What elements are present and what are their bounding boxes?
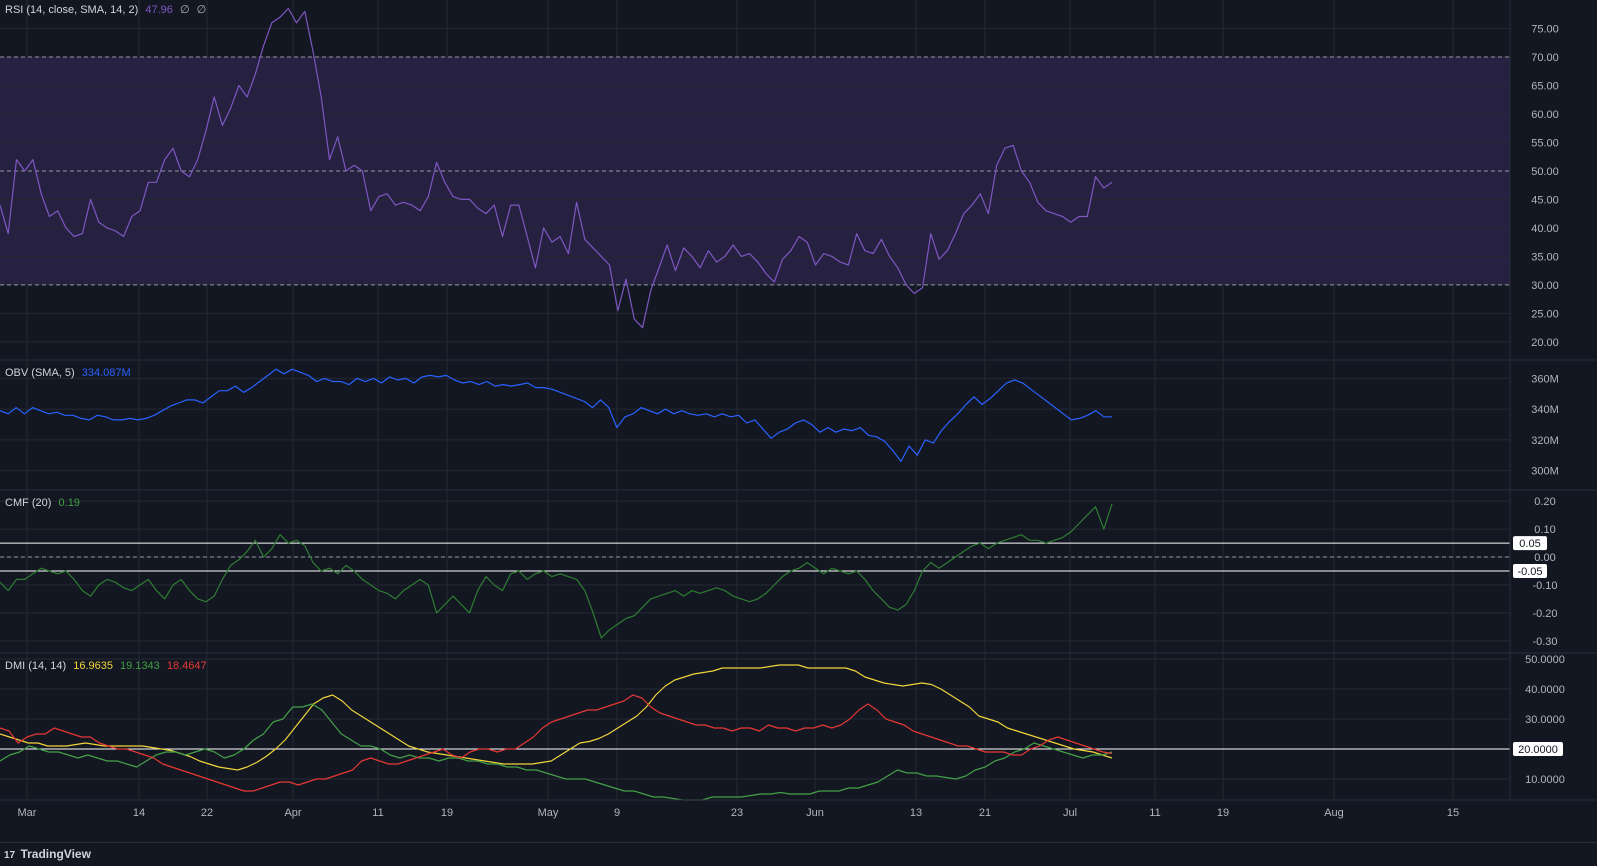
x-axis-tick-label: Apr [284, 807, 301, 819]
rsi-legend-extra-1: ∅ [179, 4, 190, 16]
x-axis-tick-label: 15 [1447, 807, 1459, 819]
cmf-legend[interactable]: CMF (20) 0.19 [5, 497, 84, 509]
x-axis-tick-label: 22 [201, 807, 213, 819]
x-axis-tick-label: 19 [441, 807, 453, 819]
rsi-y-tick-label: 25.00 [1531, 308, 1559, 320]
obv-legend-label: OBV (SMA, 5) [5, 367, 75, 379]
dmi-y-tick-label: 10.0000 [1525, 774, 1565, 786]
rsi-y-tick-label: 45.00 [1531, 194, 1559, 206]
x-axis-tick-label: 9 [614, 807, 620, 819]
obv-y-tick-label: 360M [1531, 373, 1559, 385]
cmf-y-tick-label: -0.10 [1532, 580, 1557, 592]
indicator-chart[interactable]: Mar 14 22 Apr 11 19 May 9 23 Jun 13 21 Jul 11 19 Aug 15 7… [0, 0, 1597, 842]
x-axis-tick-label: May [538, 807, 559, 819]
cmf-y-tick-label: 0.20 [1534, 496, 1555, 508]
x-axis-tick-label: 13 [910, 807, 922, 819]
rsi-y-tick-label: 70.00 [1531, 52, 1559, 64]
tradingview-logo[interactable]: 17 TradingView [4, 847, 91, 861]
rsi-legend[interactable]: RSI (14, close, SMA, 14, 2) 47.96 ∅ ∅ [5, 3, 210, 16]
x-axis-tick-label: 19 [1217, 807, 1229, 819]
tradingview-brand: TradingView [20, 847, 91, 861]
dmi-y-tick-label: 50.0000 [1525, 654, 1565, 666]
dmi-y-tick-label: 30.0000 [1525, 714, 1565, 726]
footer: 17 TradingView [0, 842, 1597, 866]
rsi-y-tick-label: 20.00 [1531, 337, 1559, 349]
x-axis-tick-label: Aug [1324, 807, 1344, 819]
obv-legend[interactable]: OBV (SMA, 5) 334.087M [5, 367, 135, 379]
rsi-y-tick-label: 65.00 [1531, 80, 1559, 92]
dmi-legend-label: DMI (14, 14) [5, 660, 67, 672]
dmi-level-label: 20.0000 [1518, 744, 1558, 756]
obv-legend-value: 334.087M [81, 367, 131, 379]
rsi-y-tick-label: 35.00 [1531, 251, 1559, 263]
x-axis-tick-label: Jul [1063, 807, 1077, 819]
x-axis-tick-label: 11 [1149, 807, 1160, 819]
rsi-y-tick-label: 75.00 [1531, 23, 1559, 35]
x-axis-tick-label: 23 [731, 807, 743, 819]
cmf-legend-label: CMF (20) [5, 497, 52, 509]
cmf-level-label: -0.05 [1517, 566, 1542, 578]
x-axis-tick-label: 14 [133, 807, 145, 819]
dmi-legend-adx: 16.9635 [73, 660, 113, 672]
tradingview-logo-icon: 17 [4, 850, 16, 861]
cmf-level-label: 0.05 [1519, 538, 1540, 550]
cmf-legend-value: 0.19 [58, 497, 80, 509]
dmi-legend[interactable]: DMI (14, 14) 16.9635 19.1343 18.4647 [5, 660, 211, 672]
x-axis-tick-label: 11 [372, 807, 383, 819]
x-axis-tick-label: Jun [806, 807, 824, 819]
rsi-legend-value: 47.96 [145, 4, 173, 16]
x-axis-tick-label: 21 [979, 807, 991, 819]
dmi-legend-minus: 18.4647 [166, 660, 207, 672]
rsi-legend-extra-2: ∅ [196, 4, 207, 16]
cmf-y-tick-label: 0.10 [1534, 524, 1555, 536]
x-axis-tick-label: Mar [18, 807, 37, 819]
rsi-y-tick-label: 55.00 [1531, 137, 1559, 149]
obv-y-tick-label: 300M [1531, 466, 1559, 478]
obv-y-tick-label: 340M [1531, 404, 1559, 416]
rsi-y-tick-label: 60.00 [1531, 109, 1559, 121]
rsi-y-tick-label: 40.00 [1531, 223, 1559, 235]
rsi-y-tick-label: 30.00 [1531, 280, 1559, 292]
obv-y-tick-label: 320M [1531, 435, 1559, 447]
rsi-y-tick-label: 50.00 [1531, 166, 1559, 178]
dmi-legend-plus: 19.1343 [120, 660, 160, 672]
cmf-y-tick-label: -0.20 [1532, 608, 1557, 620]
cmf-y-tick-label: 0.00 [1534, 552, 1555, 564]
rsi-legend-label: RSI (14, close, SMA, 14, 2) [5, 4, 139, 16]
cmf-y-tick-label: -0.30 [1532, 636, 1557, 648]
dmi-y-tick-label: 40.0000 [1525, 684, 1565, 696]
